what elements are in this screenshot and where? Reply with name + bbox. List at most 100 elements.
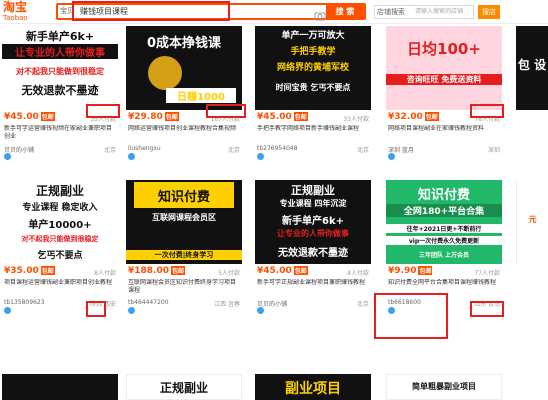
image-text: 包 设 [517,58,547,72]
image-text: 日均100+ [407,40,481,58]
product-card[interactable]: 日均100+ 咨询旺旺 免费送资料 ¥32.00 包邮 78人付款 网络项目课程副… [386,26,502,160]
location: 北京 [227,147,240,154]
product-image-partial[interactable]: 包 设 [516,26,548,110]
wangwang-icon[interactable] [388,153,395,160]
image-text: 让专业的人带你做事 [2,44,118,59]
price: ¥45.00 包邮 [4,112,55,122]
image-text: 专业课程 四年沉淀 [279,199,347,208]
product-image[interactable]: 知识付费 互联网课程会员区 一次付费|终身学习 [126,180,242,264]
badge: 包邮 [424,112,439,121]
wangwang-icon[interactable] [257,307,264,314]
product-image[interactable]: 简单粗暴副业项目 [386,374,502,400]
shop-name[interactable]: liushengxu [128,145,161,152]
camera-search-icon[interactable] [314,6,326,21]
shop-name[interactable]: tb135809623 [4,299,45,306]
image-text: 新手单产6k+ [25,30,95,43]
highlight-box [86,104,120,118]
location: 北京 [356,147,369,154]
product-title[interactable]: 网络项目课程副业在家赚钱教程资料 [388,125,500,141]
price-value: ¥9.90 [388,266,417,276]
shop-search-input[interactable]: 请输入搜索的店铺 [415,6,463,18]
product-image[interactable]: 知识付费 全网180+平台合集 往年+2021日更+不断前行 vip一次付费永久… [386,180,502,264]
image-text: 单产一万可放大 [281,31,345,41]
price: ¥32.00 包邮 [388,112,439,122]
badge: 包邮 [293,266,308,275]
image-text: 新手单产6k+ [282,216,344,227]
image-text: 对不起我只能做到很稳定 [16,67,104,76]
highlight-box [86,301,106,317]
shop-name[interactable]: tb464447200 [128,299,169,306]
product-image[interactable]: 正规副业 专业课程 四年沉淀 新手单产6k+ 让专业的人带你做事 无效退款不墨迹 [255,180,371,264]
image-text: 正规副业 [159,381,208,395]
image-text: 知识付费 [157,190,210,205]
image-text: vip一次付费永久免费更新 [386,236,502,245]
badge: 包邮 [418,266,433,275]
product-title[interactable]: 项目课程运营赚钱副业兼职项目创业教程 [4,279,116,295]
price: ¥35.00 包邮 [4,266,55,276]
product-image[interactable]: 日均100+ 咨询旺旺 免费送资料 [386,26,502,110]
wangwang-icon[interactable] [4,153,11,160]
product-title[interactable]: 网络运营赚钱项目创业课程教程合集视频 [128,125,240,141]
taobao-logo[interactable]: 淘宝 Taobao [3,1,39,23]
wangwang-icon[interactable] [257,153,264,160]
image-text: 咨询旺旺 免费送资料 [386,74,502,85]
image-text: 无效退款不墨迹 [278,248,348,259]
badge: 包邮 [164,112,179,121]
product-image[interactable]: 正规副业 [126,374,242,400]
product-image[interactable]: 单产一万可放大 手把手教学 网络界的黄埔军校 时间宝贵 乞丐不要点 [255,26,371,110]
image-text: 对不起我只能做到很稳定 [21,235,99,243]
badge: 包邮 [171,266,186,275]
shop-name[interactable]: tb276954048 [257,145,298,152]
price: ¥9.90 包邮 [388,266,433,276]
image-text: 手把手教学 [290,47,336,57]
shop-scope-select[interactable]: 店铺搜索 [377,6,405,18]
image-text: 正规副业 [291,184,335,197]
image-text: 三年团队 上万会员 [418,252,470,259]
product-card[interactable]: 0成本挣钱课 日赚1000 ¥29.80 包邮 167人付款 网络运营赚钱项目创业… [126,26,242,160]
product-card[interactable]: 正规副业 专业课程 稳定收入 单产10000+ 对不起我只能做到很稳定 乞丐不要… [2,180,118,314]
product-image[interactable]: 0成本挣钱课 日赚1000 [126,26,242,110]
badge: 包邮 [40,112,55,121]
shop-search-box: 店铺搜索 请输入搜索的店铺 [374,5,474,19]
wangwang-icon[interactable] [128,153,135,160]
product-card[interactable]: 知识付费 互联网课程会员区 一次付费|终身学习 ¥188.00 包邮 5人付款 互… [126,180,242,314]
product-title[interactable]: 手把手教学网络项目新手赚钱副业课程 [257,125,369,141]
shop-search-button[interactable]: 搜店 [478,5,500,19]
product-card[interactable]: 单产一万可放大 手把手教学 网络界的黄埔军校 时间宝贵 乞丐不要点 ¥45.00… [255,26,371,160]
image-text: 元 [528,215,537,224]
search-button[interactable]: 搜 索 [326,5,364,18]
wangwang-icon[interactable] [128,307,135,314]
wangwang-icon[interactable] [4,307,11,314]
price-value: ¥45.00 [4,112,39,122]
product-card[interactable]: 正规副业 专业课程 四年沉淀 新手单产6k+ 让专业的人带你做事 无效退款不墨迹… [255,180,371,314]
top-search-bar: 淘宝 Taobao 宝贝 搜 索 店铺搜索 请输入搜索的店铺 搜店 [0,0,548,24]
image-text: 单产10000+ [28,220,92,231]
image-text: 无效退款不墨迹 [21,84,99,97]
location: 深圳 [487,147,500,154]
location: 北京 [103,147,116,154]
price-value: ¥32.00 [388,112,423,122]
price-value: ¥45.00 [257,266,292,276]
image-text: 副业项目 [285,381,341,397]
image-text: 0成本挣钱课 [146,36,222,51]
highlight-box [470,104,504,118]
product-title[interactable]: 新手可学正规副业课程项目兼职赚钱教程 [257,279,369,295]
price: ¥45.00 包邮 [257,266,308,276]
product-title[interactable]: 新手可学运营赚钱视频在家副业兼职项目创业 [4,125,116,141]
product-card[interactable]: 新手单产6k+ 让专业的人带你做事 对不起我只能做到很稳定 无效退款不墨迹 ¥4… [2,26,118,160]
product-image[interactable] [2,374,118,400]
product-image[interactable]: 正规副业 专业课程 稳定收入 单产10000+ 对不起我只能做到很稳定 乞丐不要… [2,180,118,264]
product-title[interactable]: 互联网课程会员区知识付费终身学习项目课程 [128,279,240,295]
highlight-box [206,104,246,118]
logo-text: 淘宝 [3,0,28,14]
coin-graphic [148,56,182,90]
sold-count: 8人付款 [94,270,116,277]
image-text: 网络界的黄埔军校 [276,63,349,73]
location: 江西 宜春 [214,301,240,308]
image-text: 日赚1000 [166,88,236,103]
product-image[interactable]: 副业项目 [255,374,371,400]
image-text: 全网180+平台合集 [386,204,502,217]
product-image-partial[interactable]: 元 [516,180,548,264]
product-image[interactable]: 新手单产6k+ 让专业的人带你做事 对不起我只能做到很稳定 无效退款不墨迹 [2,26,118,110]
sold-count: 77人付款 [474,270,500,277]
